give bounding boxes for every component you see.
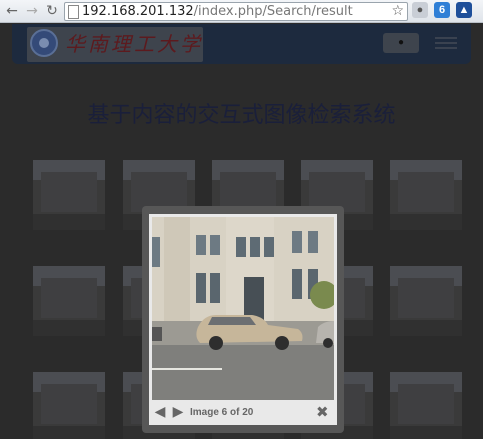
- result-thumbnail[interactable]: [33, 160, 105, 230]
- site-navbar: 华南理工大学 ●: [12, 24, 471, 64]
- back-arrow-icon[interactable]: ←: [4, 3, 20, 19]
- result-thumbnail[interactable]: [390, 160, 462, 230]
- page-title: 基于内容的交互式图像检索系统: [87, 103, 396, 128]
- university-logo[interactable]: 华南理工大学: [27, 27, 203, 62]
- close-icon[interactable]: ✖: [316, 404, 329, 420]
- menu-icon[interactable]: [435, 34, 457, 52]
- university-seal-icon: [30, 29, 58, 57]
- page-icon: [68, 5, 79, 19]
- result-thumbnail[interactable]: [33, 372, 105, 439]
- lightbox-panel: ◀ ▶ Image 6 of 20 ✖: [149, 214, 337, 425]
- extension-weibo-icon[interactable]: 6: [434, 2, 450, 18]
- extension-app-icon[interactable]: ▲: [456, 2, 472, 18]
- browser-toolbar: ← → ↻ 192.168.201.132/index.php/Search/r…: [0, 0, 483, 23]
- url-path: /index.php/Search/result: [193, 4, 353, 19]
- lightbox-image: [152, 217, 334, 400]
- next-arrow-icon[interactable]: ▶: [171, 405, 185, 419]
- address-bar[interactable]: 192.168.201.132/index.php/Search/result …: [64, 2, 408, 21]
- street-building-photo: [152, 217, 334, 400]
- logo-text: 华南理工大学: [65, 32, 203, 56]
- lightbox: ◀ ▶ Image 6 of 20 ✖: [142, 206, 344, 433]
- result-thumbnail[interactable]: [390, 372, 462, 439]
- prev-arrow-icon[interactable]: ◀: [153, 405, 167, 419]
- address-url: 192.168.201.132/index.php/Search/result: [82, 3, 353, 20]
- forward-arrow-icon[interactable]: →: [24, 3, 40, 19]
- lightbox-controls: ◀ ▶ Image 6 of 20 ✖: [149, 401, 337, 425]
- reload-icon[interactable]: ↻: [44, 3, 60, 19]
- extension-globe-icon[interactable]: ●: [412, 2, 428, 18]
- nav-dropdown-button[interactable]: ●: [383, 33, 419, 53]
- result-thumbnail[interactable]: [390, 266, 462, 336]
- url-host: 192.168.201.132: [82, 4, 194, 19]
- result-thumbnail[interactable]: [33, 266, 105, 336]
- image-counter: Image 6 of 20: [190, 407, 254, 418]
- page-body: 华南理工大学 ● 基于内容的交互式图像检索系统 ◀ ▶ Image 6 of 2…: [0, 23, 483, 439]
- bookmark-star-icon[interactable]: ☆: [391, 3, 404, 20]
